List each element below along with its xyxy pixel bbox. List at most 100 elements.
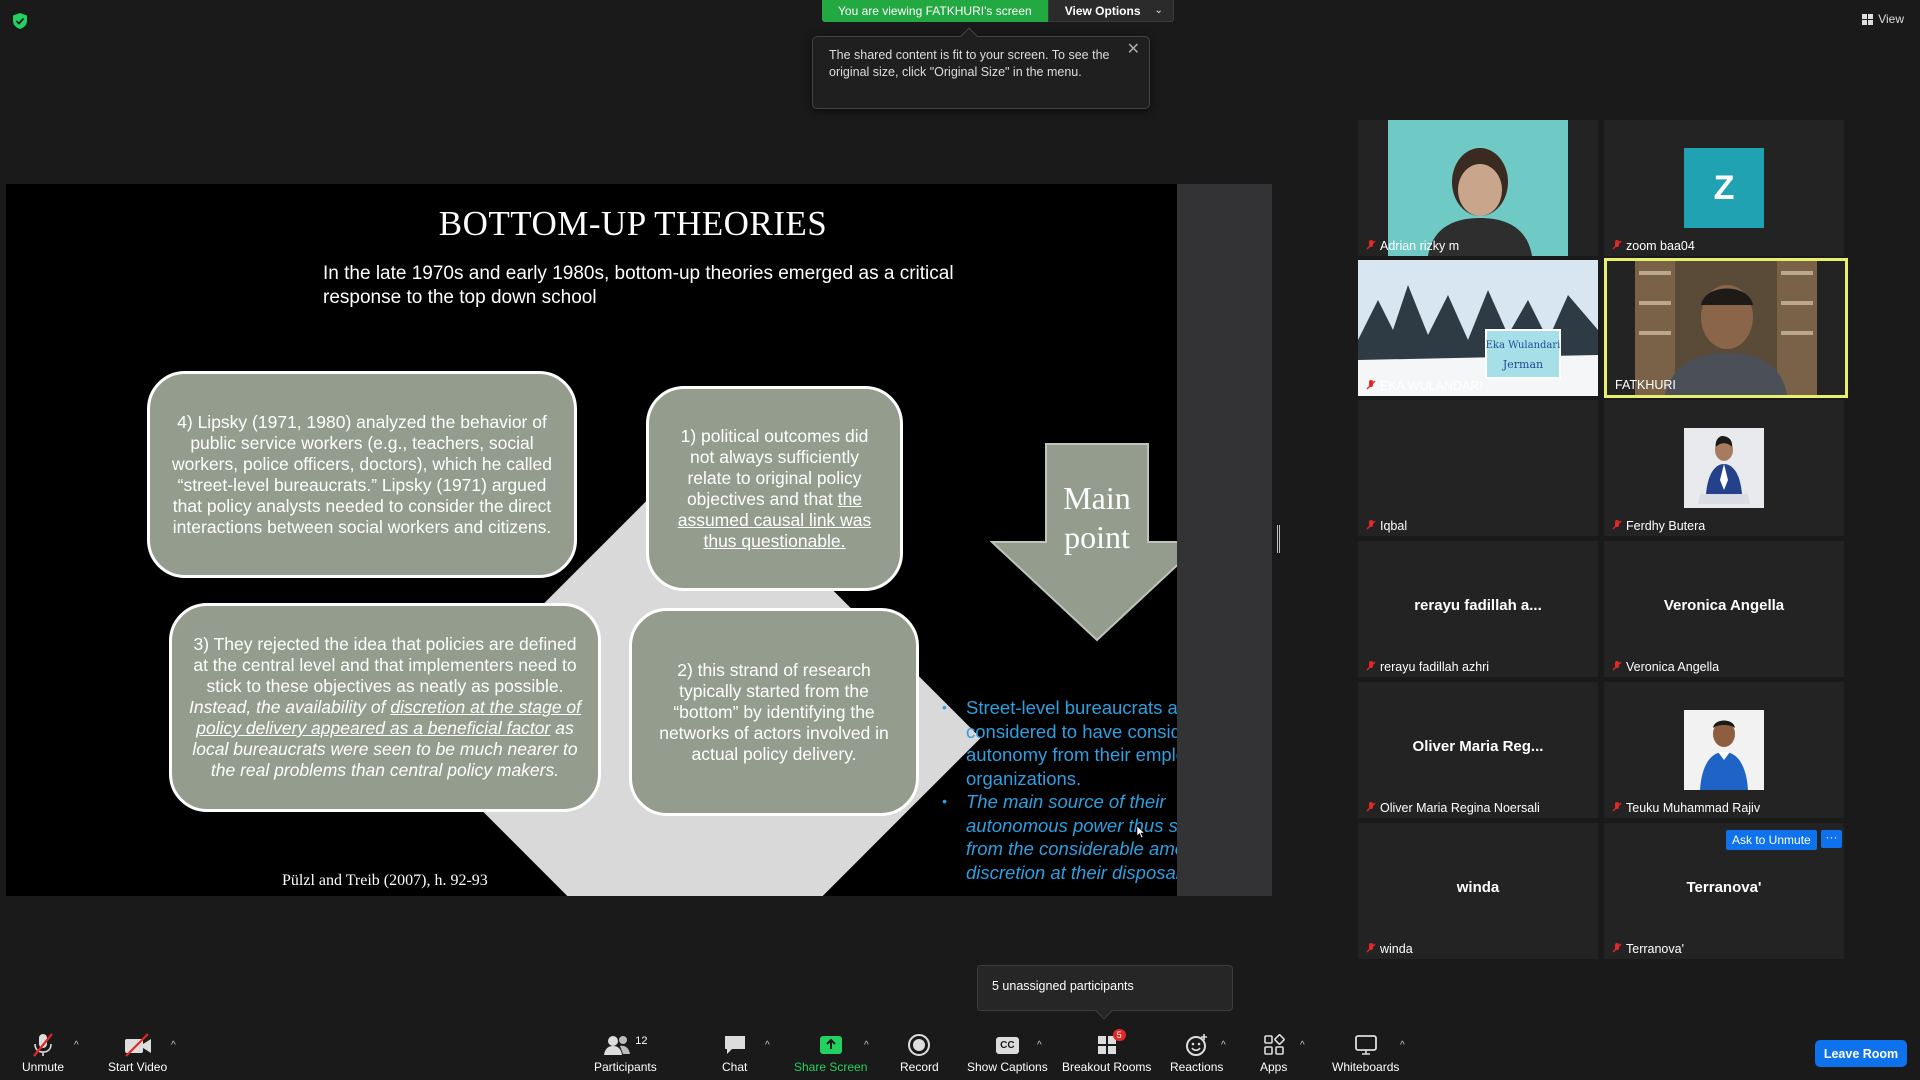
box4-text: 4) Lipsky (1971, 1980) analyzed the beha… [172,411,552,537]
mouse-cursor-icon [1137,826,1145,838]
share-screen-button[interactable]: Share Screen [794,1032,867,1074]
svg-text:Eka Wulandari: Eka Wulandari [1486,340,1561,351]
share-padding-strip [1177,184,1272,896]
chevron-up-icon[interactable]: ^ [1300,1040,1305,1051]
participant-tile[interactable]: Teuku Muhammad Rajiv [1604,682,1844,818]
leave-room-button[interactable]: Leave Room [1815,1040,1907,1067]
chevron-down-icon: ⌄ [1154,5,1163,16]
avatar [1684,710,1764,790]
record-button[interactable]: Record [900,1032,939,1074]
participant-name: Terranova' [1612,942,1684,956]
captions-icon: CC [996,1036,1019,1054]
participant-tile[interactable]: winda winda [1358,823,1598,959]
participant-tile[interactable]: Ferdhy Butera [1604,400,1844,536]
participant-tile[interactable]: Oliver Maria Reg... Oliver Maria Regina … [1358,682,1598,818]
start-video-button[interactable]: Start Video [108,1032,167,1074]
tooltip-text: The shared content is fit to your screen… [829,48,1110,79]
participant-tile[interactable]: Iqbal [1358,400,1598,536]
chevron-up-icon[interactable]: ^ [1221,1040,1226,1051]
unmute-button[interactable]: Unmute [22,1032,64,1074]
participant-tile[interactable]: Adrian rizky m [1358,120,1598,256]
participant-name: winda [1366,942,1413,956]
breakout-rooms-button[interactable]: 5 Breakout Rooms [1062,1029,1152,1074]
participant-tile[interactable]: Veronica Angella Veronica Angella [1604,541,1844,677]
reactions-icon [1185,1034,1207,1056]
avatar [1684,428,1764,508]
muted-mic-icon [33,1033,53,1057]
participants-label: Participants [594,1060,657,1074]
unmute-label: Unmute [22,1060,65,1074]
chat-icon [724,1036,745,1054]
avatar: Z [1684,148,1764,228]
slide-box-2: 2) this strand of research typically sta… [629,608,919,816]
video-feed: Eka Wulandari Jerman [1358,260,1598,396]
apps-button[interactable]: Apps [1260,1032,1287,1074]
slide-subtitle: In the late 1970s and early 1980s, botto… [323,263,954,308]
view-button[interactable]: View [1862,12,1904,26]
show-captions-button[interactable]: CC Show Captions [967,1032,1048,1074]
muted-mic-icon [1366,943,1376,953]
participant-display-name: winda [1456,879,1500,896]
participants-icon [604,1036,631,1055]
participant-display-name: Veronica Angella [1663,597,1785,614]
chevron-up-icon[interactable]: ^ [1400,1040,1405,1051]
whiteboard-icon [1354,1035,1377,1055]
gallery-view-icon [1862,13,1874,25]
reactions-label: Reactions [1170,1060,1224,1074]
zoom-meeting-window: You are viewing FATKHURI's screen View O… [0,0,1920,1080]
slide-box-1: 1) political outcomes did not always suf… [646,386,903,591]
chevron-up-icon[interactable]: ^ [864,1040,869,1051]
record-label: Record [900,1060,939,1074]
participant-tile[interactable]: Eka Wulandari Jerman EKA WULANDARI [1358,260,1598,396]
participant-display-name: rerayu fadillah a... [1414,597,1542,614]
participants-button[interactable]: 12 Participants [594,1032,657,1074]
muted-mic-icon [1612,943,1622,953]
box2-text: 2) this strand of research typically sta… [659,659,889,764]
whiteboards-button[interactable]: Whiteboards [1332,1032,1399,1074]
chevron-up-icon[interactable]: ^ [171,1040,176,1051]
breakout-badge: 5 [1112,1029,1126,1041]
participants-count: 12 [635,1035,648,1047]
record-icon [908,1034,931,1056]
apps-icon [1263,1034,1285,1055]
share-screen-label: Share Screen [794,1060,868,1074]
video-feed [1388,120,1568,256]
close-icon[interactable]: ✕ [1127,41,1140,58]
muted-mic-icon [1366,240,1376,250]
unassigned-text: 5 unassigned participants [992,979,1134,993]
participant-name: FATKHURI [1615,378,1676,392]
chevron-up-icon[interactable]: ^ [1037,1040,1042,1051]
fit-to-screen-tooltip: The shared content is fit to your screen… [812,27,1150,109]
reactions-button[interactable]: Reactions [1170,1032,1223,1074]
participant-tile[interactable]: rerayu fadillah a... rerayu fadillah azh… [1358,541,1598,677]
box1-text: 1) political outcomes did not always suf… [677,425,872,551]
participant-name: Oliver Maria Regina Noersali [1366,801,1540,815]
main-point-label: Main point [1063,480,1131,555]
participant-tile[interactable]: Z zoom baa04 [1604,120,1844,256]
apps-label: Apps [1260,1060,1288,1074]
chat-label: Chat [722,1060,748,1074]
ask-to-unmute-button[interactable]: Ask to Unmute [1726,830,1817,850]
muted-mic-icon [1366,520,1376,530]
resize-handle[interactable] [1277,525,1280,553]
chat-button[interactable]: Chat [722,1032,747,1074]
muted-mic-icon [1366,380,1376,390]
slide-citation: Pülzl and Treib (2007), h. 92-93 [282,872,488,889]
participant-name: Adrian rizky m [1366,239,1459,253]
breakout-rooms-label: Breakout Rooms [1062,1060,1152,1074]
slide-box-3: 3) They rejected the idea that policies … [169,603,601,812]
video-off-icon [124,1033,151,1057]
muted-mic-icon [1612,520,1622,530]
encryption-shield-icon[interactable] [12,12,28,30]
start-video-label: Start Video [108,1060,168,1074]
shared-screen: BOTTOM-UP THEORIES In the late 1970s and… [6,184,1272,896]
slide-box-4: 4) Lipsky (1971, 1980) analyzed the beha… [147,371,577,578]
more-options-button[interactable]: ··· [1821,830,1842,848]
participant-name: Ferdhy Butera [1612,519,1705,533]
participant-tile-active-speaker[interactable]: FATKHURI [1604,258,1848,398]
view-options-label: View Options [1064,3,1141,18]
chevron-up-icon[interactable]: ^ [74,1040,79,1051]
view-options-button[interactable]: View Options ⌄ [1047,0,1174,22]
chevron-up-icon[interactable]: ^ [765,1040,770,1051]
participant-name: zoom baa04 [1612,239,1695,253]
